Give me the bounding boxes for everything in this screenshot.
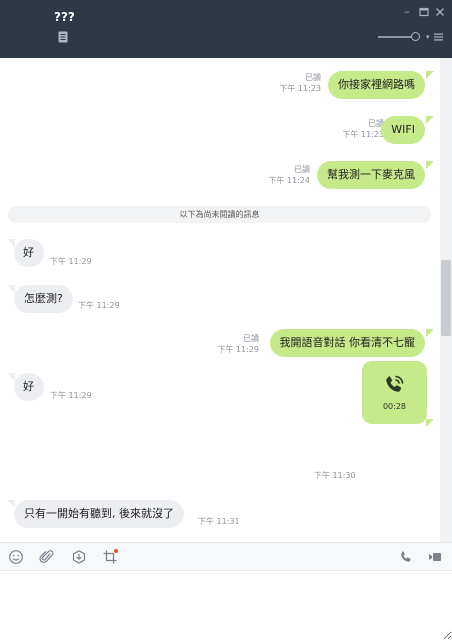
message-time: 下午 11:29 <box>50 257 92 266</box>
video-icon[interactable] <box>427 549 443 565</box>
message-list[interactable]: 已讀 下午 11:23 你接家裡網路嗎 已讀 下午 11:23 WIFI 已讀 下午 … <box>0 58 440 542</box>
bubble-tail <box>426 161 434 169</box>
note-icon[interactable] <box>58 31 68 43</box>
chat-header: ??? – ▾ <box>0 0 452 58</box>
bubble-tail <box>426 116 434 124</box>
message-time: 下午 11:29 <box>50 391 92 400</box>
attach-icon[interactable] <box>39 549 55 565</box>
bubble-tail <box>426 71 434 79</box>
crop-icon[interactable] <box>102 549 118 565</box>
message-time: 下午 11:31 <box>198 517 240 526</box>
message-bubble-in[interactable]: 好 <box>14 239 44 267</box>
message-bubble-out[interactable]: WIFI <box>381 116 425 144</box>
message-input[interactable] <box>0 571 452 640</box>
message-bubble-out[interactable]: 幫我測一下麥克風 <box>317 161 425 189</box>
close-icon[interactable] <box>434 6 446 18</box>
menu-icon[interactable] <box>434 33 443 41</box>
chat-toolbar <box>0 542 452 571</box>
message-bubble-in[interactable]: 好 <box>14 373 44 401</box>
call-duration: 00:28 <box>382 402 407 411</box>
phone-call-icon <box>386 375 404 392</box>
maximize-icon[interactable] <box>418 6 430 18</box>
message-bubble-out[interactable]: 你接家裡網路嗎 <box>328 71 425 99</box>
chat-title[interactable]: ??? <box>54 10 75 24</box>
message-bubble-out[interactable]: 我開語音對話 你看清不七寵 <box>269 329 425 357</box>
chevron-down-icon[interactable]: ▾ <box>426 33 430 41</box>
message-meta: 已讀 下午 11:24 <box>268 165 310 185</box>
message-meta: 已讀 下午 11:23 <box>279 73 321 93</box>
bubble-tail <box>7 373 15 381</box>
voice-call-card[interactable]: 00:28 <box>362 361 427 424</box>
bubble-tail <box>7 239 15 247</box>
message-bubble-in[interactable]: 怎麼測? <box>14 285 73 313</box>
volume-slider-handle[interactable] <box>411 32 420 41</box>
emoji-icon[interactable] <box>8 549 24 565</box>
keep-icon[interactable] <box>71 549 87 565</box>
phone-icon[interactable] <box>398 549 414 565</box>
bubble-tail <box>7 285 15 293</box>
bubble-tail <box>426 419 434 427</box>
message-meta: 已讀 下午 11:23 <box>342 119 384 139</box>
bubble-tail <box>426 329 434 337</box>
minimize-icon[interactable]: – <box>401 6 413 18</box>
message-time: 下午 11:30 <box>314 471 356 480</box>
message-bubble-in[interactable]: 只有一開始有聽到, 後來就沒了 <box>14 500 184 528</box>
bubble-tail <box>7 500 15 508</box>
message-meta: 已讀 下午 11:29 <box>217 334 259 354</box>
scrollbar-thumb[interactable] <box>441 260 451 336</box>
unread-divider: 以下為尚未閱讀的訊息 <box>8 206 431 223</box>
message-time: 下午 11:29 <box>78 301 120 310</box>
